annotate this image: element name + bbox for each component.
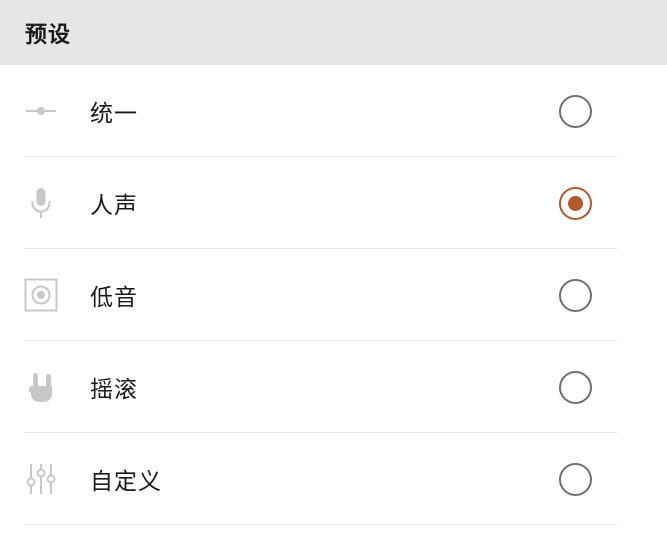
preset-header: 预设 bbox=[0, 0, 667, 65]
preset-radio-unified[interactable] bbox=[559, 94, 592, 128]
slider-flat-icon bbox=[23, 93, 59, 129]
preset-item-bass[interactable]: 低音 bbox=[0, 249, 667, 341]
equalizer-sliders-icon bbox=[23, 461, 59, 497]
preset-list: 统一 人声 低音 摇滚 自定义 bbox=[0, 65, 667, 525]
preset-item-custom[interactable]: 自定义 bbox=[0, 433, 667, 525]
divider bbox=[24, 524, 617, 525]
preset-radio-rock[interactable] bbox=[559, 370, 592, 404]
preset-label: 自定义 bbox=[90, 469, 162, 495]
radio-selected-dot bbox=[568, 195, 583, 211]
preset-item-vocal[interactable]: 人声 bbox=[0, 157, 667, 249]
preset-item-rock[interactable]: 摇滚 bbox=[0, 341, 667, 433]
preset-radio-custom[interactable] bbox=[559, 462, 592, 496]
microphone-icon bbox=[23, 185, 59, 221]
speaker-icon bbox=[23, 277, 59, 313]
rock-hand-icon bbox=[23, 369, 59, 405]
preset-radio-bass[interactable] bbox=[559, 278, 592, 312]
preset-radio-vocal[interactable] bbox=[559, 186, 592, 220]
preset-label: 低音 bbox=[90, 285, 138, 311]
page-title: 预设 bbox=[25, 22, 72, 48]
preset-item-unified[interactable]: 统一 bbox=[0, 65, 667, 157]
preset-label: 摇滚 bbox=[90, 377, 138, 403]
preset-label: 人声 bbox=[90, 193, 138, 219]
preset-label: 统一 bbox=[90, 101, 138, 127]
